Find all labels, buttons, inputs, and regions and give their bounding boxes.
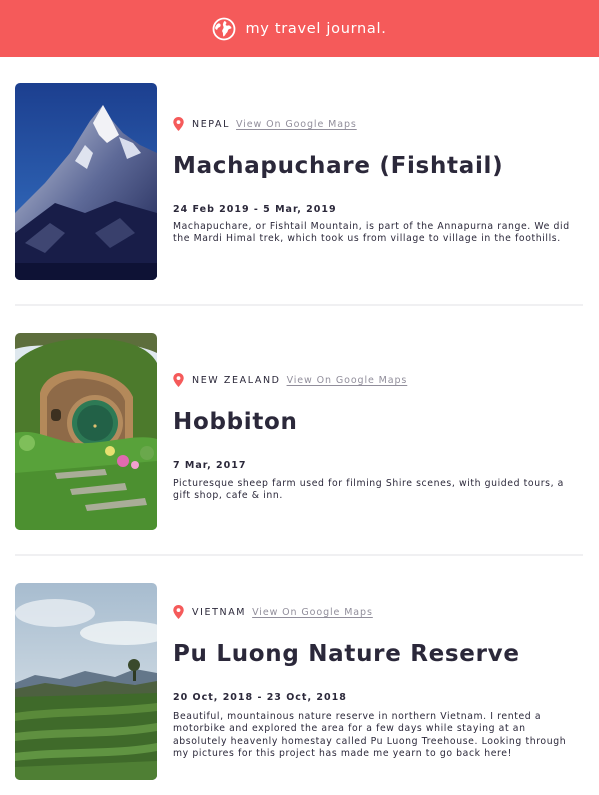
map-pin-icon [173,117,184,131]
entry-country: NEPAL [192,118,231,130]
journal-entry: NEPAL View On Google Maps Machapuchare (… [15,83,585,281]
app-header: my travel journal. [0,0,599,57]
divider [15,304,583,306]
entry-title: Hobbiton [173,409,298,435]
divider [15,554,583,556]
journal-entry: VIETNAM View On Google Maps Pu Luong Nat… [15,583,585,781]
entry-description: Machapuchare, or Fishtail Mountain, is p… [173,221,570,245]
google-maps-link[interactable]: View On Google Maps [287,375,408,386]
google-maps-link[interactable]: View On Google Maps [252,607,373,618]
location-row: NEW ZEALAND View On Google Maps [173,373,407,387]
entry-description: Beautiful, mountainous nature reserve in… [173,711,567,759]
entry-title: Machapuchare (Fishtail) [173,153,504,179]
location-row: VIETNAM View On Google Maps [173,605,373,619]
globe-icon [213,17,236,40]
entry-country: VIETNAM [192,606,247,618]
app-title: my travel journal. [245,20,387,37]
map-pin-icon [173,373,184,387]
entry-dates: 20 Oct, 2018 - 23 Oct, 2018 [173,692,347,703]
map-pin-icon [173,605,184,619]
entry-country: NEW ZEALAND [192,374,281,386]
location-row: NEPAL View On Google Maps [173,117,357,131]
entry-dates: 7 Mar, 2017 [173,460,247,471]
entry-dates: 24 Feb 2019 - 5 Mar, 2019 [173,204,337,215]
mountain-photo [15,83,157,280]
hobbit-hole-photo [15,333,157,530]
entry-title: Pu Luong Nature Reserve [173,641,520,667]
journal-entry: NEW ZEALAND View On Google Maps Hobbiton… [15,333,585,531]
google-maps-link[interactable]: View On Google Maps [236,119,357,130]
entry-description: Picturesque sheep farm used for filming … [173,478,564,502]
rice-terrace-photo [15,583,157,780]
